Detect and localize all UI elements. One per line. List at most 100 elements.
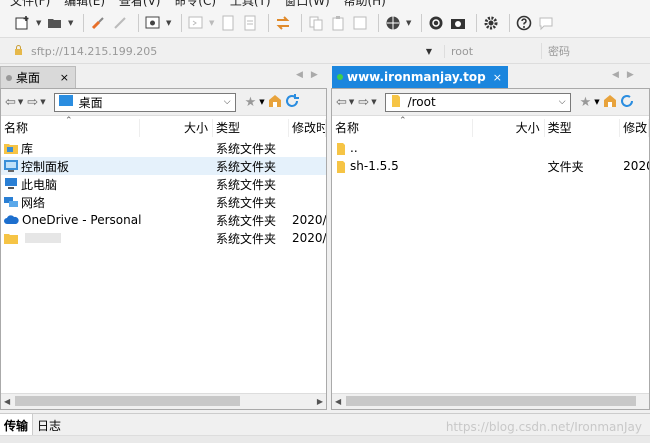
transfer-icon[interactable] — [274, 14, 292, 32]
tab-remote-server[interactable]: www.ironmanjay.top × — [332, 66, 508, 88]
column-size[interactable]: 大小 — [140, 119, 213, 137]
home-icon[interactable] — [603, 94, 617, 110]
horizontal-scrollbar[interactable]: ◀ ▶ — [1, 393, 326, 409]
close-icon[interactable]: × — [493, 71, 502, 84]
username-field[interactable]: root — [444, 44, 541, 58]
refresh-icon[interactable] — [285, 93, 299, 111]
globe-dropdown-icon[interactable]: ▼ — [406, 19, 412, 27]
list-item[interactable]: .. — [332, 139, 649, 157]
menu-command[interactable]: 命令(C) — [174, 0, 216, 8]
remote-column-header: 名称 大小 类型 修改 — [332, 119, 649, 137]
column-size[interactable]: 大小 — [473, 119, 545, 137]
gear-icon[interactable] — [482, 14, 500, 32]
favorites-star-icon[interactable]: ★ — [580, 95, 592, 110]
paste-icon[interactable] — [329, 14, 347, 32]
list-item[interactable]: 库 系统文件夹 — [1, 139, 326, 157]
tab-status-dot — [337, 74, 343, 80]
tab-log[interactable]: 日志 — [33, 414, 65, 436]
new-connection-icon[interactable] — [14, 14, 32, 32]
file-compare-icon[interactable] — [241, 14, 259, 32]
onedrive-icon — [4, 215, 19, 224]
terminal-dropdown-icon[interactable]: ▼ — [209, 19, 215, 27]
desktop-icon — [58, 95, 73, 109]
settings-window-icon[interactable] — [144, 14, 162, 32]
scroll-left-icon[interactable]: ◀ — [4, 397, 10, 406]
close-icon[interactable]: × — [60, 71, 69, 84]
column-modified[interactable]: 修改时 — [289, 119, 326, 137]
remote-nav-bar: ⇦ ▼ ⇨ ▼ /root ⌵ ★ ▼ — [332, 89, 649, 116]
remote-path-combo[interactable]: /root ⌵ — [384, 92, 571, 112]
password-field[interactable]: 密码 — [541, 43, 570, 59]
menu-view[interactable]: 查看(V) — [119, 0, 161, 8]
file-type: 系统文件夹 — [216, 195, 277, 210]
chevron-down-icon[interactable]: ⌵ — [224, 97, 231, 107]
connect-icon[interactable] — [89, 14, 107, 32]
column-type[interactable]: 类型 — [545, 119, 621, 137]
remote-path-text: /root — [407, 95, 436, 109]
local-path-combo[interactable]: 桌面 ⌵ — [53, 92, 236, 112]
copy-icon[interactable] — [307, 14, 325, 32]
tab-status-dot — [6, 74, 12, 81]
forward-button[interactable]: ⇨ ▼ — [27, 95, 45, 110]
menu-tools[interactable]: 工具(T) — [230, 0, 271, 8]
back-button[interactable]: ⇦ ▼ — [336, 95, 354, 110]
chat-icon[interactable] — [537, 14, 555, 32]
refresh-icon[interactable] — [620, 94, 634, 111]
tab-transfer[interactable]: 传输 — [0, 414, 34, 436]
horizontal-scrollbar[interactable]: ◀ — [332, 393, 649, 409]
home-icon[interactable] — [268, 94, 282, 110]
column-type[interactable]: 类型 — [213, 119, 289, 137]
new-connection-dropdown-icon[interactable]: ▼ — [36, 19, 42, 27]
menu-help[interactable]: 帮助(H) — [343, 0, 385, 8]
help-icon[interactable] — [515, 14, 533, 32]
sort-ascending-icon: ⌃ — [399, 116, 407, 126]
list-item[interactable]: sh-1.5.5 文件夹 2020 — [332, 157, 649, 175]
spiral-icon[interactable] — [427, 14, 445, 32]
chevron-down-icon[interactable]: ⌵ — [559, 97, 566, 107]
library-icon — [4, 144, 18, 154]
watermark: https://blog.csdn.net/IronmanJay — [445, 420, 642, 434]
list-item[interactable]: OneDrive - Personal 系统文件夹 2020/ — [1, 211, 326, 229]
lock-icon — [14, 44, 23, 58]
settings-dropdown-icon[interactable]: ▼ — [166, 19, 172, 27]
redacted-name — [25, 233, 61, 243]
tab-label: 桌面 — [16, 71, 41, 85]
scrollbar-thumb[interactable] — [346, 396, 636, 406]
local-nav-bar: ⇦ ▼ ⇨ ▼ 桌面 ⌵ ★ ▼ — [1, 89, 326, 116]
list-item[interactable]: 网络 系统文件夹 — [1, 193, 326, 211]
back-button[interactable]: ⇦ ▼ — [5, 95, 23, 110]
file-type: 系统文件夹 — [216, 159, 277, 174]
remote-file-pane: ⇦ ▼ ⇨ ▼ /root ⌵ ★ ▼ 名称 大小 类型 修改 ⌃ .. sh-1.… — [331, 88, 650, 410]
column-modified[interactable]: 修改 — [620, 119, 649, 137]
file-type: 系统文件夹 — [216, 141, 277, 156]
favorites-dropdown-icon[interactable]: ▼ — [594, 98, 599, 106]
menu-file[interactable]: 文件(F) — [10, 0, 50, 8]
open-dropdown-icon[interactable]: ▼ — [68, 19, 74, 27]
menu-edit[interactable]: 编辑(E) — [64, 0, 105, 8]
host-dropdown-icon[interactable]: ▼ — [426, 47, 432, 56]
tab-scroll-arrows[interactable]: ◀▶ — [612, 70, 642, 80]
scroll-left-icon[interactable]: ◀ — [335, 397, 341, 406]
menu-window[interactable]: 窗口(W) — [284, 0, 329, 8]
file-type: 系统文件夹 — [216, 177, 277, 192]
scroll-right-icon[interactable]: ▶ — [317, 397, 323, 406]
scrollbar-thumb[interactable] — [15, 396, 240, 406]
file-icon[interactable] — [219, 14, 237, 32]
open-folder-icon[interactable] — [46, 14, 64, 32]
favorites-star-icon[interactable]: ★ — [245, 95, 257, 110]
disconnect-icon[interactable] — [111, 14, 129, 32]
host-field[interactable]: sftp://114.215.199.205 ▼ — [14, 45, 444, 58]
list-item[interactable]: 此电脑 系统文件夹 — [1, 175, 326, 193]
favorites-dropdown-icon[interactable]: ▼ — [259, 98, 264, 106]
forward-button[interactable]: ⇨ ▼ — [358, 95, 376, 110]
tab-local-desktop[interactable]: 桌面 × — [0, 66, 76, 88]
globe-icon[interactable] — [384, 14, 402, 32]
terminal-icon[interactable] — [187, 14, 205, 32]
properties-icon[interactable] — [351, 14, 369, 32]
tab-scroll-arrows[interactable]: ◀▶ — [296, 70, 326, 80]
list-item[interactable]: 控制面板 系统文件夹 — [1, 157, 326, 175]
list-item[interactable]: 系统文件夹 2020/ — [1, 229, 326, 247]
camera-icon[interactable] — [449, 14, 467, 32]
local-column-header: 名称 大小 类型 修改时 — [1, 119, 326, 137]
toolbar-divider — [181, 13, 182, 32]
